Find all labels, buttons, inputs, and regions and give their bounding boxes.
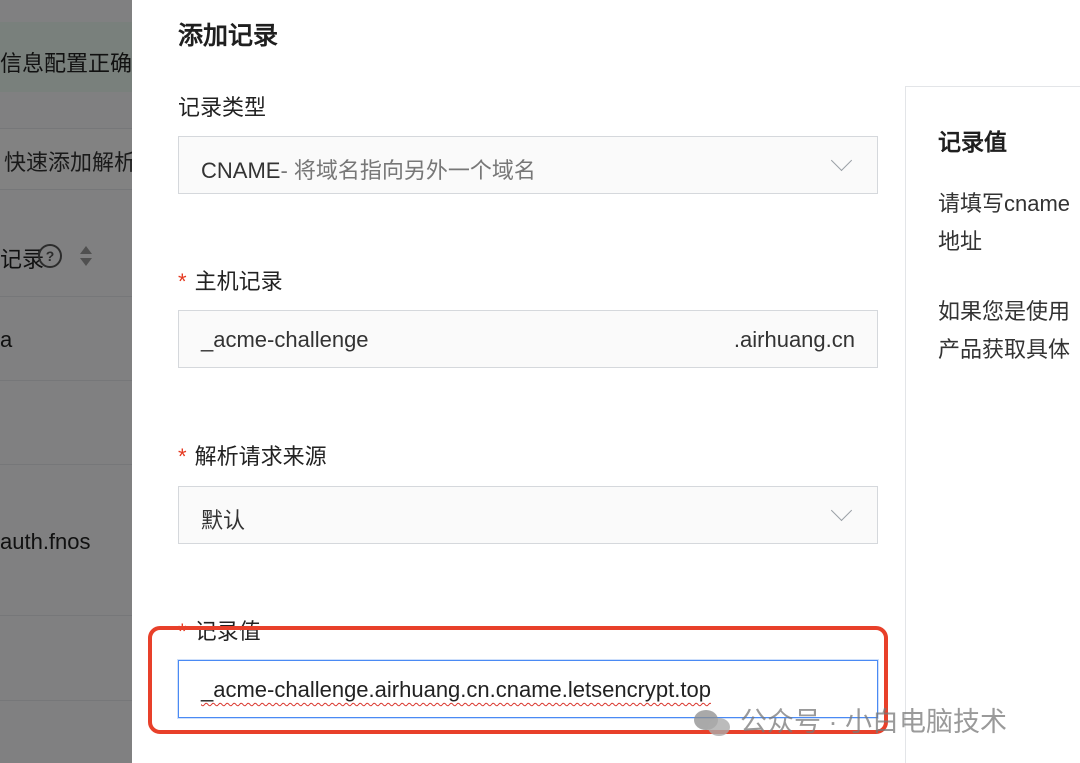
host-domain-suffix: .airhuang.cn (733, 327, 855, 352)
record-value-text: _acme-challenge.airhuang.cn.cname.letsen… (201, 677, 711, 702)
help-text-line: 产品获取具体 (938, 337, 1071, 362)
record-value-label-text: 记录值 (194, 619, 261, 644)
chevron-down-icon (830, 499, 853, 522)
drawer-title: 添加记录 (178, 22, 279, 50)
host-record-input[interactable]: _acme-challenge .airhuang.cn (178, 310, 878, 368)
host-record-label: * 主机记录 (178, 264, 283, 296)
help-text-line: 请填写cname (938, 191, 1071, 216)
watermark-text: 公众号 · 小白电脑技术 (740, 707, 1007, 737)
record-type-main: CNAME (201, 158, 281, 183)
required-mark: * (178, 269, 187, 294)
record-type-label-text: 记录类型 (178, 95, 267, 120)
record-value-label: * 记录值 (178, 614, 261, 646)
modal-overlay[interactable] (0, 0, 132, 763)
chevron-down-icon (830, 149, 853, 172)
required-mark: * (178, 444, 187, 469)
help-panel: 记录值 请填写cname 地址 如果您是使用 产品获取具体 (905, 86, 1080, 763)
help-title: 记录值 (938, 129, 1007, 155)
resolve-source-value: 默认 (201, 508, 246, 533)
record-type-select[interactable]: CNAME- 将域名指向另外一个域名 (178, 136, 878, 194)
required-mark: * (178, 619, 187, 644)
help-text-line: 地址 (938, 229, 983, 254)
add-record-drawer: 添加记录 记录类型 CNAME- 将域名指向另外一个域名 * 主机记录 _acme… (132, 0, 1080, 763)
host-record-label-text: 主机记录 (194, 269, 283, 294)
resolve-source-label: * 解析请求来源 (178, 439, 327, 471)
resolve-source-select[interactable]: 默认 (178, 486, 878, 544)
record-type-value: CNAME- 将域名指向另外一个域名 (201, 153, 536, 185)
host-record-value: _acme-challenge (201, 327, 369, 352)
resolve-source-label-text: 解析请求来源 (194, 444, 327, 469)
record-type-desc: - 将域名指向另外一个域名 (280, 158, 536, 183)
wechat-icon (694, 709, 732, 738)
page: 信息配置正确 快速添加解析 记录 ? a auth.fnos 添加记录 记录类型… (0, 0, 1080, 763)
record-type-label: 记录类型 (178, 90, 266, 122)
watermark: 公众号 · 小白电脑技术 (694, 700, 1007, 740)
help-text-line: 如果您是使用 (938, 299, 1071, 324)
